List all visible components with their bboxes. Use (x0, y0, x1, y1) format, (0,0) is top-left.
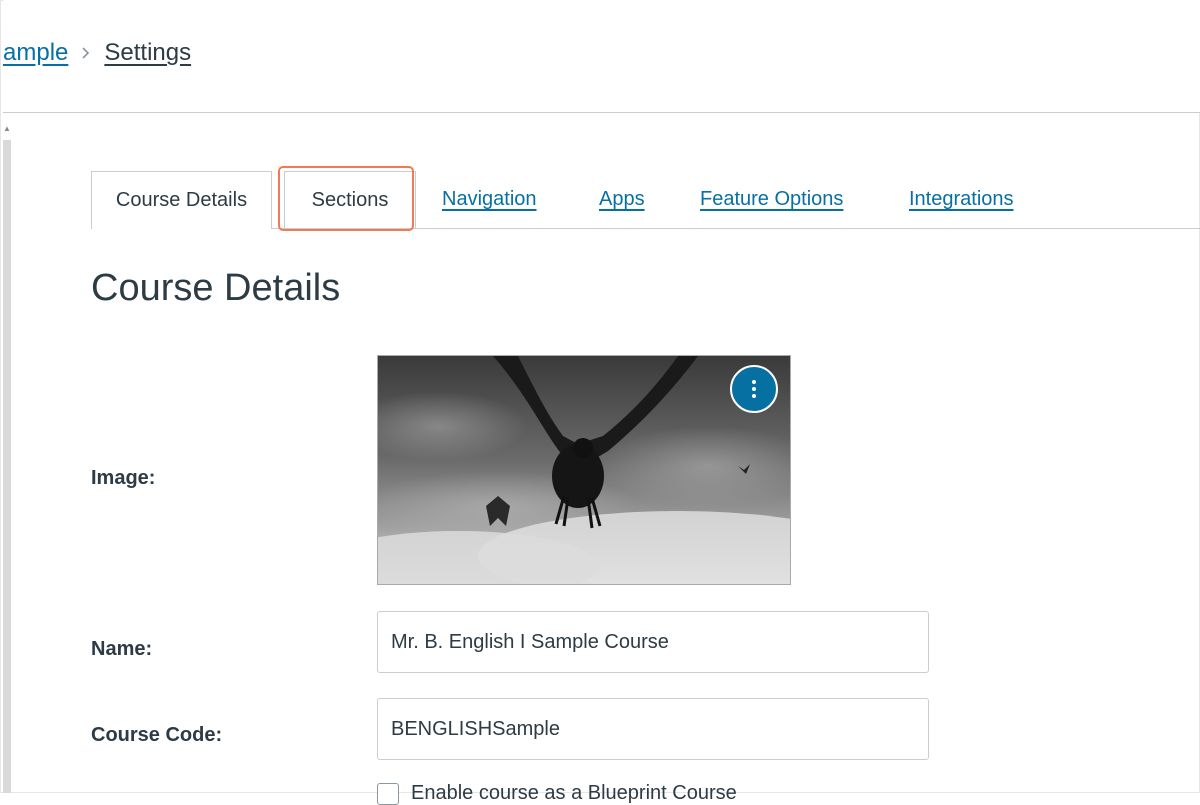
scroll-up-arrow-icon[interactable]: ▲ (3, 124, 11, 133)
tab-course-details[interactable]: Course Details (91, 171, 272, 229)
chevron-right-icon (81, 46, 91, 60)
settings-tabs: Course Details Sections Navigation Apps … (91, 171, 1200, 229)
course-name-input[interactable] (377, 611, 929, 673)
page-title: Course Details (91, 267, 341, 309)
tab-integrations[interactable]: Integrations (909, 171, 1014, 228)
scrollbar-track[interactable] (3, 140, 11, 793)
blueprint-checkbox-row: Enable course as a Blueprint Course (377, 782, 737, 805)
sections-tab-highlight (278, 166, 414, 231)
name-label: Name: (91, 638, 153, 660)
top-header: ample Settings (3, 0, 1200, 113)
breadcrumb-settings[interactable]: Settings (104, 39, 191, 67)
tab-feature-options[interactable]: Feature Options (700, 171, 843, 228)
blueprint-checkbox[interactable] (377, 782, 399, 805)
tab-navigation[interactable]: Navigation (442, 171, 537, 228)
course-code-input[interactable] (377, 698, 929, 760)
left-scrollbar[interactable]: ▲ (0, 112, 14, 793)
kebab-menu-icon[interactable] (730, 365, 778, 413)
course-code-label: Course Code: (91, 724, 223, 746)
blueprint-checkbox-label: Enable course as a Blueprint Course (411, 782, 737, 804)
breadcrumb: ample Settings (3, 36, 191, 70)
tab-apps[interactable]: Apps (599, 171, 645, 228)
course-image[interactable] (377, 355, 791, 585)
breadcrumb-course-link[interactable]: ample (3, 39, 68, 67)
image-label: Image: (91, 467, 156, 489)
